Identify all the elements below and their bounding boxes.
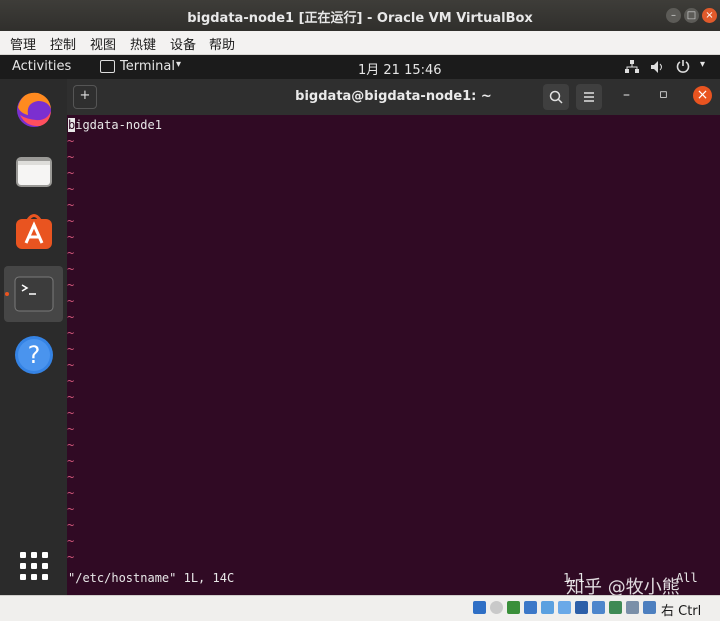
audio-icon[interactable]	[507, 601, 520, 614]
network-adapter-icon[interactable]	[524, 601, 537, 614]
clock[interactable]: 1月 21 15:46	[358, 59, 442, 78]
vbox-menubar: 管理 控制 视图 热键 设备 帮助	[0, 31, 720, 55]
window-close-button[interactable]: ×	[702, 8, 717, 23]
empty-line-marker: ~	[67, 438, 75, 452]
menu-control[interactable]: 控制	[50, 34, 76, 53]
network-icon[interactable]	[625, 60, 639, 74]
hard-disk-icon[interactable]	[473, 601, 486, 614]
empty-line-marker: ~	[67, 502, 75, 516]
vbox-statusbar: 右 Ctrl	[0, 595, 720, 621]
empty-line-marker: ~	[67, 214, 75, 228]
empty-line-marker: ~	[67, 198, 75, 212]
terminal-body[interactable]: bigdata-node1 ~ ~ ~ ~ ~ ~ ~ ~ ~ ~ ~ ~ ~ …	[67, 115, 720, 595]
app-menu-arrow-icon: ▾	[176, 59, 182, 70]
window-maximize-button[interactable]: □	[684, 8, 699, 23]
empty-line-marker: ~	[67, 342, 75, 356]
menu-icon	[584, 92, 594, 102]
software-center-icon[interactable]	[14, 211, 54, 251]
terminal-close-button[interactable]: ×	[693, 86, 712, 105]
empty-line-marker: ~	[67, 390, 75, 404]
terminal-icon[interactable]	[14, 274, 54, 314]
hamburger-menu-button[interactable]	[576, 84, 602, 110]
window-title: bigdata-node1 [正在运行] - Oracle VM Virtual…	[187, 11, 533, 26]
empty-line-marker: ~	[67, 454, 75, 468]
files-icon[interactable]	[14, 151, 54, 191]
ubuntu-topbar: Activities Terminal ▾ 1月 21 15:46 ▾	[0, 55, 720, 79]
activities-button[interactable]: Activities	[12, 59, 71, 74]
vbox-titlebar: bigdata-node1 [正在运行] - Oracle VM Virtual…	[0, 0, 720, 31]
empty-line-marker: ~	[67, 486, 75, 500]
terminal-app-icon	[100, 60, 115, 73]
search-icon	[549, 90, 563, 104]
terminal-maximize-button[interactable]: ▫	[659, 87, 668, 102]
terminal-minimize-button[interactable]: –	[623, 87, 630, 103]
empty-line-marker: ~	[67, 534, 75, 548]
search-button[interactable]	[543, 84, 569, 110]
running-indicator	[5, 292, 9, 296]
empty-line-marker: ~	[67, 294, 75, 308]
empty-line-marker: ~	[67, 166, 75, 180]
empty-line-marker: ~	[67, 550, 75, 564]
terminal-headerbar: + bigdata@bigdata-node1: ~ – ▫ ×	[67, 79, 720, 115]
optical-drive-icon[interactable]	[490, 601, 503, 614]
vim-status-message: "/etc/hostname" 1L, 14C	[68, 571, 235, 585]
menu-hotkey[interactable]: 热键	[130, 34, 156, 53]
empty-line-marker: ~	[67, 278, 75, 292]
empty-line-marker: ~	[67, 310, 75, 324]
empty-line-marker: ~	[67, 262, 75, 276]
empty-line-marker: ~	[67, 374, 75, 388]
vim-line-1: bigdata-node1	[68, 118, 162, 132]
menu-view[interactable]: 视图	[90, 34, 116, 53]
empty-line-marker: ~	[67, 358, 75, 372]
empty-line-marker: ~	[67, 230, 75, 244]
empty-line-marker: ~	[67, 518, 75, 532]
firefox-icon[interactable]	[14, 89, 54, 129]
cpu-icon[interactable]	[609, 601, 622, 614]
empty-line-marker: ~	[67, 246, 75, 260]
empty-line-marker: ~	[67, 134, 75, 148]
usb-icon[interactable]	[541, 601, 554, 614]
power-icon[interactable]	[676, 59, 690, 74]
empty-line-marker: ~	[67, 470, 75, 484]
app-menu-terminal[interactable]: Terminal	[120, 59, 175, 74]
display-icon[interactable]	[575, 601, 588, 614]
volume-icon[interactable]	[650, 60, 665, 74]
svg-text:?: ?	[28, 341, 41, 369]
help-icon[interactable]: ?	[14, 335, 54, 375]
menu-devices[interactable]: 设备	[170, 34, 196, 53]
mouse-integration-icon[interactable]	[626, 601, 639, 614]
window-minimize-button[interactable]: –	[666, 8, 681, 23]
menu-manage[interactable]: 管理	[10, 34, 36, 53]
empty-line-marker: ~	[67, 182, 75, 196]
empty-line-marker: ~	[67, 150, 75, 164]
recording-icon[interactable]	[592, 601, 605, 614]
keyboard-icon[interactable]	[643, 601, 656, 614]
menu-help[interactable]: 帮助	[209, 34, 235, 53]
empty-line-marker: ~	[67, 422, 75, 436]
empty-line-marker: ~	[67, 326, 75, 340]
ubuntu-dock: ?	[0, 79, 67, 595]
host-key-label: 右 Ctrl	[661, 604, 702, 619]
line-text: igdata-node1	[75, 118, 162, 132]
empty-line-marker: ~	[67, 406, 75, 420]
app-grid-icon[interactable]	[14, 546, 54, 586]
system-menu-arrow-icon[interactable]: ▾	[700, 59, 705, 70]
shared-folders-icon[interactable]	[558, 601, 571, 614]
